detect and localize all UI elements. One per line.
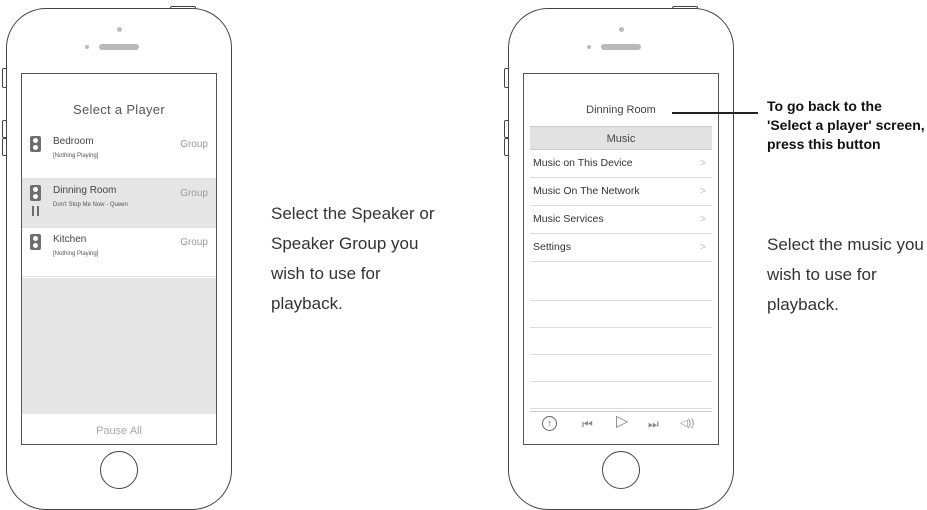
player-list: Bedroom [Nothing Playing] Group Dinning … <box>22 130 216 277</box>
up-arrow-icon[interactable]: ↑ <box>542 416 557 431</box>
empty-row-divider <box>530 381 712 382</box>
empty-row-divider <box>530 408 712 409</box>
front-camera <box>117 27 122 32</box>
home-button[interactable] <box>100 451 138 489</box>
callout-leader-line <box>672 112 758 114</box>
sensor-dot <box>587 45 591 49</box>
phone-right: Dinning Room Music Music on This Device … <box>508 8 734 510</box>
menu-item-label: Music Services <box>533 213 604 225</box>
screen-title: Select a Player <box>73 102 165 117</box>
speaker-icon <box>30 136 41 152</box>
pause-all-button[interactable]: Pause All <box>22 418 216 444</box>
select-player-screen: Select a Player Bedroom [Nothing Playing… <box>21 73 217 445</box>
callout-text: To go back to the 'Select a player' scre… <box>767 98 925 152</box>
front-camera <box>619 27 624 32</box>
player-status: [Nothing Playing] <box>53 251 99 257</box>
player-name: Kitchen <box>53 234 87 245</box>
group-button[interactable]: Group <box>180 139 208 150</box>
player-row-kitchen[interactable]: Kitchen [Nothing Playing] Group <box>22 228 216 277</box>
player-status: Don't Stop Me Now - Queen <box>53 202 128 208</box>
player-name: Dinning Room <box>53 185 117 196</box>
section-header: Music <box>530 126 712 150</box>
sensor-dot <box>85 45 89 49</box>
menu-item-label: Music On The Network <box>533 185 640 197</box>
chevron-right-icon: > <box>700 186 706 197</box>
right-instruction-text: Select the music you wish to use for pla… <box>767 235 924 314</box>
group-button[interactable]: Group <box>180 237 208 248</box>
empty-row-divider <box>530 300 712 301</box>
music-menu: Music on This Device > Music On The Netw… <box>530 150 712 262</box>
chevron-right-icon: > <box>700 214 706 225</box>
playback-control-bar: ↑ ⏮ ▷ ⏭ ◁)) <box>530 411 712 438</box>
music-menu-screen: Dinning Room Music Music on This Device … <box>523 73 719 445</box>
empty-row-divider <box>530 354 712 355</box>
player-row-bedroom[interactable]: Bedroom [Nothing Playing] Group <box>22 130 216 179</box>
previous-track-icon[interactable]: ⏮ <box>582 417 593 431</box>
chevron-right-icon: > <box>700 242 706 253</box>
menu-item-music-on-device[interactable]: Music on This Device > <box>530 150 712 178</box>
menu-item-label: Music on This Device <box>533 157 633 169</box>
empty-row-divider <box>530 327 712 328</box>
earpiece-speaker <box>601 44 641 50</box>
menu-item-label: Settings <box>533 241 571 253</box>
home-button[interactable] <box>602 451 640 489</box>
menu-item-music-services[interactable]: Music Services > <box>530 206 712 234</box>
volume-icon[interactable]: ◁)) <box>680 417 694 431</box>
empty-list-area <box>22 278 216 414</box>
chevron-right-icon: > <box>700 158 706 169</box>
speaker-icon <box>30 185 41 201</box>
player-name: Bedroom <box>53 136 94 147</box>
play-icon[interactable]: ▷ <box>616 414 628 430</box>
next-track-icon[interactable]: ⏭ <box>648 417 659 431</box>
menu-item-settings[interactable]: Settings > <box>530 234 712 262</box>
menu-item-music-on-network[interactable]: Music On The Network > <box>530 178 712 206</box>
pause-icon[interactable] <box>32 206 39 216</box>
player-status: [Nothing Playing] <box>53 153 99 159</box>
room-title-button[interactable]: Dinning Room <box>524 104 718 116</box>
speaker-icon <box>30 234 41 250</box>
player-row-dinning-room[interactable]: Dinning Room Don't Stop Me Now - Queen G… <box>22 179 216 228</box>
left-instruction-text: Select the Speaker or Speaker Group you … <box>271 204 435 313</box>
group-button[interactable]: Group <box>180 188 208 199</box>
earpiece-speaker <box>99 44 139 50</box>
phone-left: Select a Player Bedroom [Nothing Playing… <box>6 8 232 510</box>
